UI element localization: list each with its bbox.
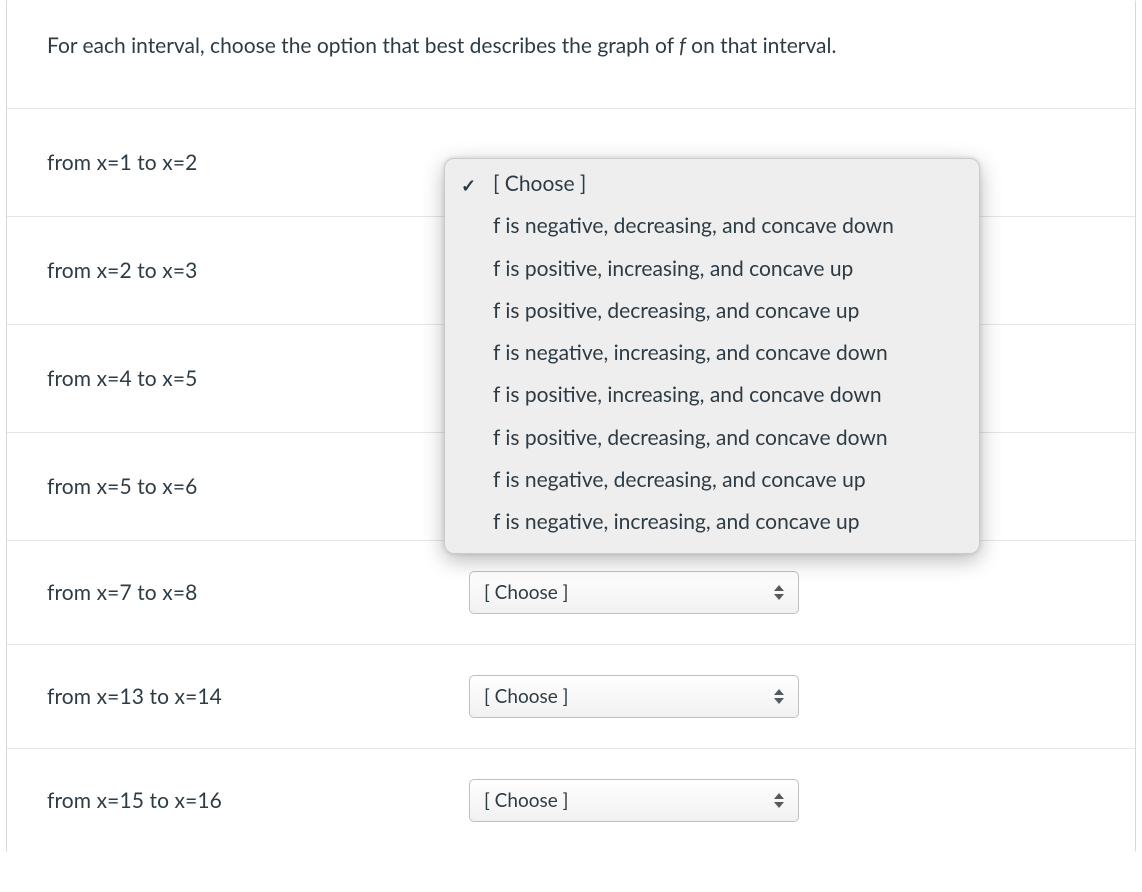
check-icon: ✓ <box>461 174 476 197</box>
select-option-label: f is negative, decreasing, and concave d… <box>493 213 894 238</box>
interval-control: [ Choose ] <box>469 779 1115 822</box>
instructions-fvar: f <box>679 33 686 58</box>
select-option-label: f is positive, increasing, and concave u… <box>493 256 853 281</box>
interval-label: from x=13 to x=14 <box>47 684 469 709</box>
interval-label: from x=2 to x=3 <box>47 258 469 283</box>
answer-select[interactable]: [ Choose ] <box>469 571 799 614</box>
interval-label: from x=1 to x=2 <box>47 150 469 175</box>
select-option-label: f is positive, decreasing, and concave u… <box>493 298 859 323</box>
select-option[interactable]: f is positive, decreasing, and concave u… <box>445 290 979 332</box>
select-caret-icon <box>772 584 786 602</box>
instructions-suffix: on that interval. <box>686 33 837 58</box>
select-option-label: f is negative, increasing, and concave d… <box>493 340 888 365</box>
interval-row: from x=15 to x=16 [ Choose ] <box>7 748 1135 852</box>
answer-select[interactable]: [ Choose ] <box>469 779 799 822</box>
select-option[interactable]: f is negative, increasing, and concave u… <box>445 501 979 543</box>
interval-control: [ Choose ] <box>469 571 1115 614</box>
select-caret-icon <box>772 688 786 706</box>
select-option[interactable]: f is positive, increasing, and concave u… <box>445 248 979 290</box>
select-caret-icon <box>772 792 786 810</box>
select-option-label: f is positive, decreasing, and concave d… <box>493 425 888 450</box>
interval-row: from x=13 to x=14 [ Choose ] <box>7 644 1135 748</box>
select-option-label: f is negative, increasing, and concave u… <box>493 509 860 534</box>
select-option[interactable]: f is positive, decreasing, and concave d… <box>445 417 979 459</box>
select-option[interactable]: ✓ [ Choose ] <box>445 169 979 205</box>
question-instructions: For each interval, choose the option tha… <box>7 0 1135 108</box>
answer-select-dropdown[interactable]: ✓ [ Choose ] f is negative, decreasing, … <box>444 158 980 554</box>
interval-control: [ Choose ] <box>469 675 1115 718</box>
select-option[interactable]: f is negative, increasing, and concave d… <box>445 332 979 374</box>
select-option-label: f is positive, increasing, and concave d… <box>493 382 882 407</box>
select-value: [ Choose ] <box>484 581 568 604</box>
interval-label: from x=5 to x=6 <box>47 474 469 499</box>
select-option-label: f is negative, decreasing, and concave u… <box>493 467 866 492</box>
interval-label: from x=7 to x=8 <box>47 580 469 605</box>
interval-row: from x=7 to x=8 [ Choose ] <box>7 540 1135 644</box>
select-option[interactable]: f is negative, decreasing, and concave u… <box>445 459 979 501</box>
answer-select[interactable]: [ Choose ] <box>469 675 799 718</box>
interval-label: from x=15 to x=16 <box>47 788 469 813</box>
select-value: [ Choose ] <box>484 685 568 708</box>
interval-label: from x=4 to x=5 <box>47 366 469 391</box>
select-option[interactable]: f is negative, decreasing, and concave d… <box>445 205 979 247</box>
select-option-label: [ Choose ] <box>493 171 586 196</box>
select-option[interactable]: f is positive, increasing, and concave d… <box>445 374 979 416</box>
question-panel: For each interval, choose the option tha… <box>6 0 1136 852</box>
instructions-prefix: For each interval, choose the option tha… <box>47 33 679 58</box>
select-value: [ Choose ] <box>484 789 568 812</box>
